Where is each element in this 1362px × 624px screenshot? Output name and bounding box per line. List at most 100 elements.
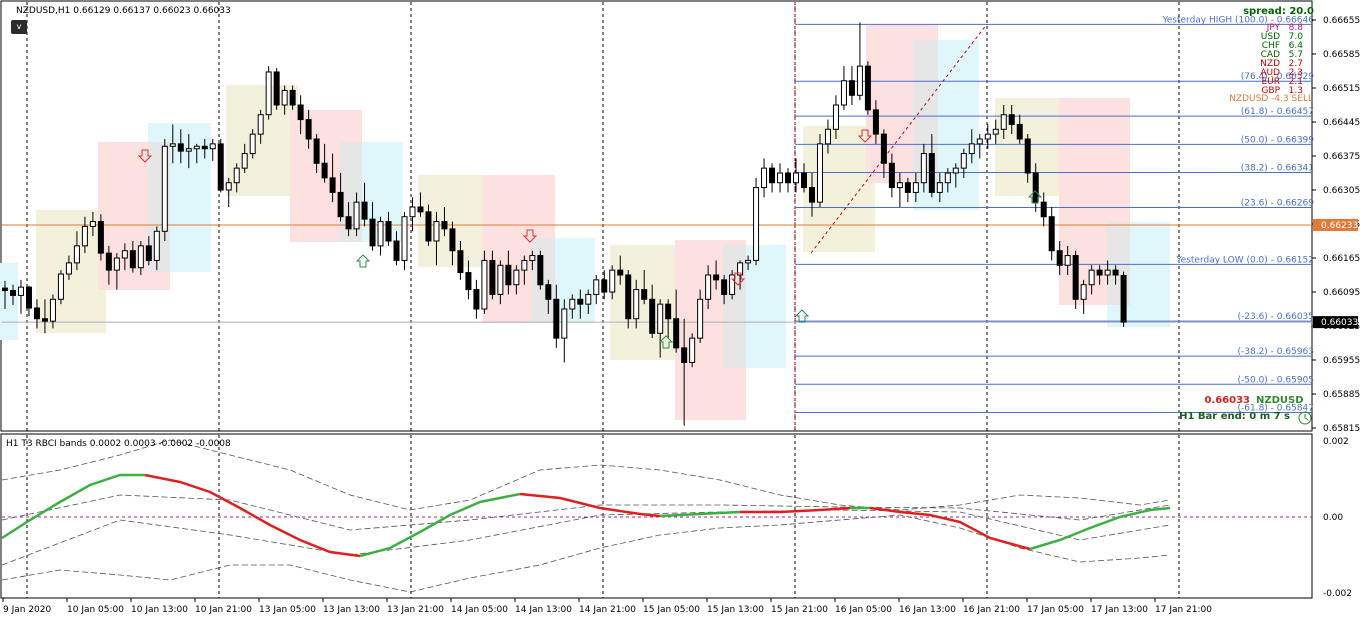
info-overlay-layer: JPY 8.8USD 7.0CHF 6.4CAD 5.7NZD 2.7AUD 2.3EUR 2…	[1179, 23, 1312, 425]
time-axis-label: 13 Jan 13:00	[323, 605, 380, 615]
candle-body	[321, 162, 328, 179]
candle-body	[89, 221, 96, 227]
candle	[753, 177, 760, 266]
fib-label: (-38.2) - 0.65963	[1238, 347, 1315, 357]
chart-toggle-button[interactable]: v	[11, 20, 27, 34]
candle-body	[689, 337, 696, 363]
candle	[401, 211, 408, 271]
candle-body	[912, 182, 919, 193]
zone-neutral	[610, 245, 683, 360]
candle-body	[193, 145, 200, 150]
candle-body	[896, 182, 903, 189]
candle-body	[761, 167, 768, 189]
candle-body	[745, 259, 752, 264]
candle-body	[561, 308, 568, 339]
candle-body	[832, 104, 839, 130]
inner-band	[1, 509, 1171, 566]
zone-bull	[0, 263, 18, 340]
price-axis-label: 0.65815	[1323, 424, 1360, 434]
candle-body	[1096, 269, 1103, 276]
candle-body	[585, 293, 592, 305]
candle-body	[888, 162, 895, 189]
candle-body	[609, 269, 616, 293]
candle-body	[481, 259, 488, 310]
candle-body	[785, 172, 792, 184]
candle-body	[33, 307, 40, 320]
candle-body	[393, 240, 400, 261]
candle-body	[617, 269, 624, 276]
candle-body	[529, 255, 536, 261]
candle-body	[864, 65, 871, 111]
candle-body	[313, 138, 320, 164]
time-axis-label: 13 Jan 05:00	[259, 605, 316, 615]
candle-body	[153, 230, 160, 261]
rbci-line-up	[1, 473, 145, 540]
candle-body	[713, 274, 720, 281]
candle	[97, 214, 104, 261]
fib-label: (-50.0) - 0.65905	[1238, 375, 1315, 385]
candle-body	[808, 187, 815, 203]
candle-body	[577, 298, 584, 305]
candle-body	[505, 264, 512, 286]
zone-neutral	[995, 98, 1067, 196]
time-axis-label: 10 Jan 05:00	[67, 605, 124, 615]
candle-body	[225, 182, 232, 191]
upper-band	[1, 439, 1171, 511]
chart-window[interactable]: Yesterday HIGH (100.0) - 0.66646 (76.4) -…	[0, 0, 1362, 621]
time-axis-label: 10 Jan 13:00	[131, 605, 188, 615]
candle-body	[1000, 114, 1007, 130]
price-axis-label: 0.66375	[1323, 152, 1360, 162]
candle-body	[241, 153, 248, 169]
candle	[561, 299, 568, 363]
fib-label: (50.0) - 0.66399	[1241, 135, 1315, 145]
candle	[769, 163, 776, 193]
time-axis-label: 14 Jan 13:00	[515, 605, 572, 615]
candle-body	[169, 143, 176, 147]
candle-body	[369, 218, 376, 247]
price-axis-label: 0.66445	[1323, 118, 1360, 128]
candle-body	[17, 286, 24, 296]
candle	[840, 66, 847, 110]
time-axis-label: 14 Jan 05:00	[451, 605, 508, 615]
candle-body	[401, 216, 408, 261]
candle	[57, 270, 64, 305]
price-axis-label: 0.65885	[1323, 390, 1360, 400]
fib-label: (-23.6) - 0.66035	[1238, 312, 1315, 322]
candle	[1120, 271, 1127, 327]
indicator-axis-label: 0.00	[1323, 513, 1343, 523]
price-axis-label: 0.66585	[1323, 50, 1360, 60]
price-chart[interactable]: Yesterday HIGH (100.0) - 0.66646(76.4) -…	[0, 0, 1362, 621]
candle	[161, 139, 168, 241]
inner-band	[1, 494, 1171, 531]
candle	[481, 250, 488, 314]
candle	[1080, 279, 1087, 314]
candle-body	[649, 298, 656, 334]
candle-body	[97, 221, 104, 254]
candle-body	[161, 145, 168, 232]
candle-body	[1120, 274, 1127, 323]
candle-body	[928, 153, 935, 193]
candle-body	[769, 167, 776, 184]
candle	[864, 61, 871, 115]
candle-body	[1008, 114, 1015, 125]
rbci-line-down	[869, 506, 1031, 551]
candle-body	[377, 221, 384, 247]
candle-body	[1080, 284, 1087, 300]
candle-body	[273, 71, 280, 106]
candle	[265, 66, 272, 120]
candle	[984, 124, 991, 149]
candle-body	[105, 252, 112, 271]
candle-body	[793, 172, 800, 184]
orange-price-label: 0.66233	[1321, 221, 1358, 231]
spread-label: spread: 20.0	[1243, 6, 1314, 17]
candle-body	[553, 298, 560, 339]
candle-body	[201, 145, 208, 150]
info-symbol: NZDUSD	[1256, 395, 1304, 406]
time-axis-label: 14 Jan 21:00	[579, 605, 636, 615]
candle-body	[968, 143, 975, 155]
candle-body	[329, 177, 336, 193]
candle	[1048, 207, 1055, 261]
candle-body	[593, 279, 600, 295]
candle-body	[433, 221, 440, 242]
candle-body	[753, 187, 760, 261]
